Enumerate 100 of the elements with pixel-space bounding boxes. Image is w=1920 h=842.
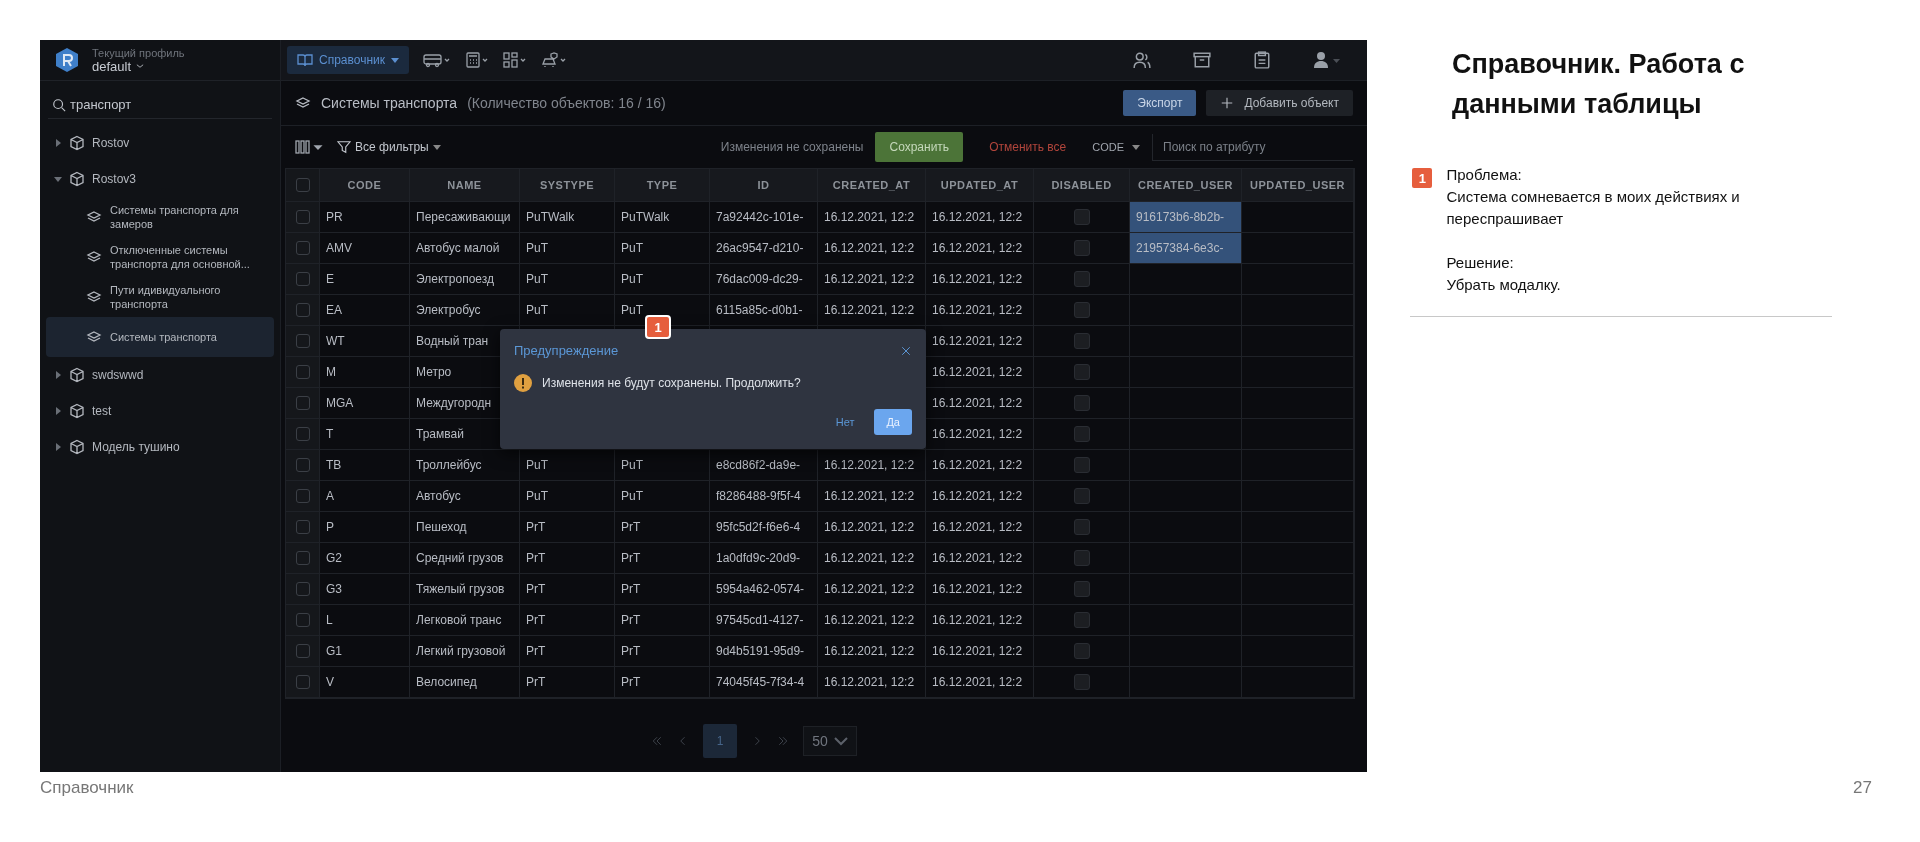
chevron-down-icon[interactable] — [833, 736, 848, 746]
table-cell: PuT — [520, 450, 615, 480]
filters-menu[interactable]: Все фильтры — [337, 140, 441, 154]
caret-down-icon[interactable] — [432, 144, 441, 150]
column-header[interactable]: CODE — [320, 169, 410, 201]
table-cell: Легковой транс — [410, 605, 520, 635]
grid-menu-icon[interactable] — [503, 52, 527, 68]
clipboard-icon[interactable] — [1253, 51, 1271, 69]
caret-down-icon[interactable] — [1132, 144, 1140, 150]
caret-icon[interactable] — [54, 175, 62, 183]
row-checkbox[interactable] — [295, 303, 310, 317]
table-cell: Пешеход — [410, 512, 520, 542]
attribute-dropdown[interactable]: CODE — [1092, 141, 1140, 153]
row-checkbox[interactable] — [295, 551, 310, 565]
table-cell: Электробус — [410, 295, 520, 325]
tree-item[interactable]: Отключенные системы транспорта для основной... — [46, 237, 274, 277]
user-menu-icon[interactable] — [1313, 51, 1343, 69]
no-button[interactable]: Нет — [829, 415, 861, 429]
tree-item[interactable]: Пути идивидуального транспорта — [46, 277, 274, 317]
tree-item[interactable]: Модель тушино — [40, 429, 280, 465]
save-button[interactable]: Сохранить — [875, 132, 964, 162]
bus-menu-icon[interactable] — [423, 52, 451, 68]
column-header[interactable]: SYSTYPE — [520, 169, 615, 201]
row-checkbox[interactable] — [295, 272, 310, 286]
row-checkbox[interactable] — [295, 396, 310, 410]
page-size-dropdown[interactable]: 50 — [803, 726, 857, 756]
column-header[interactable]: UPDATED_USER — [1242, 169, 1354, 201]
table-cell: PrT — [615, 636, 710, 666]
row-checkbox[interactable] — [295, 365, 310, 379]
last-page-icon[interactable] — [777, 735, 790, 747]
calculator-menu-icon[interactable] — [465, 52, 489, 68]
caret-icon[interactable] — [54, 139, 62, 147]
table-cell: L — [320, 605, 410, 635]
row-checkbox[interactable] — [295, 675, 310, 689]
nav-menu[interactable]: Справочник — [287, 46, 409, 74]
problem-text: Система сомневается в моих действиях и переспрашивает — [1446, 187, 1741, 229]
row-checkbox[interactable] — [295, 334, 310, 348]
first-page-icon[interactable] — [651, 735, 664, 747]
columns-menu-icon[interactable] — [295, 139, 325, 155]
table-cell: 21957384-6e3c- — [1130, 233, 1242, 263]
table-cell: PrT — [615, 667, 710, 697]
tree-item[interactable]: test — [40, 393, 280, 429]
cancel-all-button[interactable]: Отменить все — [975, 134, 1081, 160]
caret-down-icon[interactable] — [391, 57, 399, 63]
row-checkbox[interactable] — [295, 644, 310, 658]
row-checkbox[interactable] — [295, 613, 310, 627]
archive-icon[interactable] — [1193, 51, 1211, 69]
row-checkbox[interactable] — [295, 427, 310, 441]
table-cell: Троллейбус — [410, 450, 520, 480]
tree-item[interactable]: swdswwd — [40, 357, 280, 393]
column-header[interactable]: CREATED_AT — [818, 169, 926, 201]
column-header[interactable]: NAME — [410, 169, 520, 201]
table-cell: PrT — [615, 574, 710, 604]
row-checkbox[interactable] — [295, 582, 310, 596]
table-cell: PrT — [615, 543, 710, 573]
table-cell: 16.12.2021, 12:2 — [926, 202, 1034, 232]
table-cell: PuT — [520, 295, 615, 325]
caret-icon[interactable] — [54, 443, 62, 451]
column-header[interactable]: TYPE — [615, 169, 710, 201]
table-cell: 26ac9547-d210- — [710, 233, 818, 263]
dialog-message: Изменения не будут сохранены. Продолжить? — [542, 376, 801, 390]
table-cell: Легкий грузовой — [410, 636, 520, 666]
column-header[interactable]: UPDATED_AT — [926, 169, 1034, 201]
cube-icon — [69, 171, 85, 187]
select-all-checkbox[interactable] — [295, 178, 310, 192]
car-shield-menu-icon[interactable] — [541, 52, 567, 68]
object-count: (Количество объектов: 16 / 16) — [467, 95, 666, 111]
row-checkbox[interactable] — [295, 489, 310, 503]
close-icon[interactable] — [900, 344, 912, 357]
table-cell: PrT — [615, 605, 710, 635]
caret-icon[interactable] — [54, 407, 62, 415]
column-header[interactable]: CREATED_USER — [1130, 169, 1242, 201]
tree-item[interactable]: Rostov — [40, 125, 280, 161]
tree-item[interactable]: Системы транспорта для замеров — [46, 197, 274, 237]
row-checkbox[interactable] — [295, 458, 310, 472]
table-cell: 16.12.2021, 12:2 — [818, 605, 926, 635]
table-cell: Электропоезд — [410, 264, 520, 294]
table-cell: PrT — [520, 512, 615, 542]
users-icon[interactable] — [1133, 51, 1151, 69]
profile-dropdown[interactable]: default — [92, 58, 185, 74]
table-cell: 16.12.2021, 12:2 — [926, 667, 1034, 697]
attribute-search-field[interactable]: Поиск по атрибуту — [1152, 133, 1353, 161]
column-header[interactable]: DISABLED — [1034, 169, 1130, 201]
tree-item[interactable]: Rostov3 — [40, 161, 280, 197]
add-object-button[interactable]: Добавить объект — [1206, 90, 1353, 116]
table-cell: 74045f45-7f34-4 — [710, 667, 818, 697]
tree-item[interactable]: Системы транспорта — [46, 317, 274, 357]
row-checkbox[interactable] — [295, 520, 310, 534]
search-field[interactable]: транспорт — [48, 91, 272, 119]
table-cell: f8286488-9f5f-4 — [710, 481, 818, 511]
export-button[interactable]: Экспорт — [1123, 90, 1197, 116]
table-cell: G2 — [320, 543, 410, 573]
column-header[interactable]: ID — [710, 169, 818, 201]
row-checkbox[interactable] — [295, 241, 310, 255]
caret-icon[interactable] — [54, 371, 62, 379]
row-checkbox[interactable] — [295, 210, 310, 224]
table-cell: e8cd86f2-da9e- — [710, 450, 818, 480]
table-cell: 9d4b5191-95d9- — [710, 636, 818, 666]
table-cell: V — [320, 667, 410, 697]
cube-icon — [69, 367, 85, 383]
